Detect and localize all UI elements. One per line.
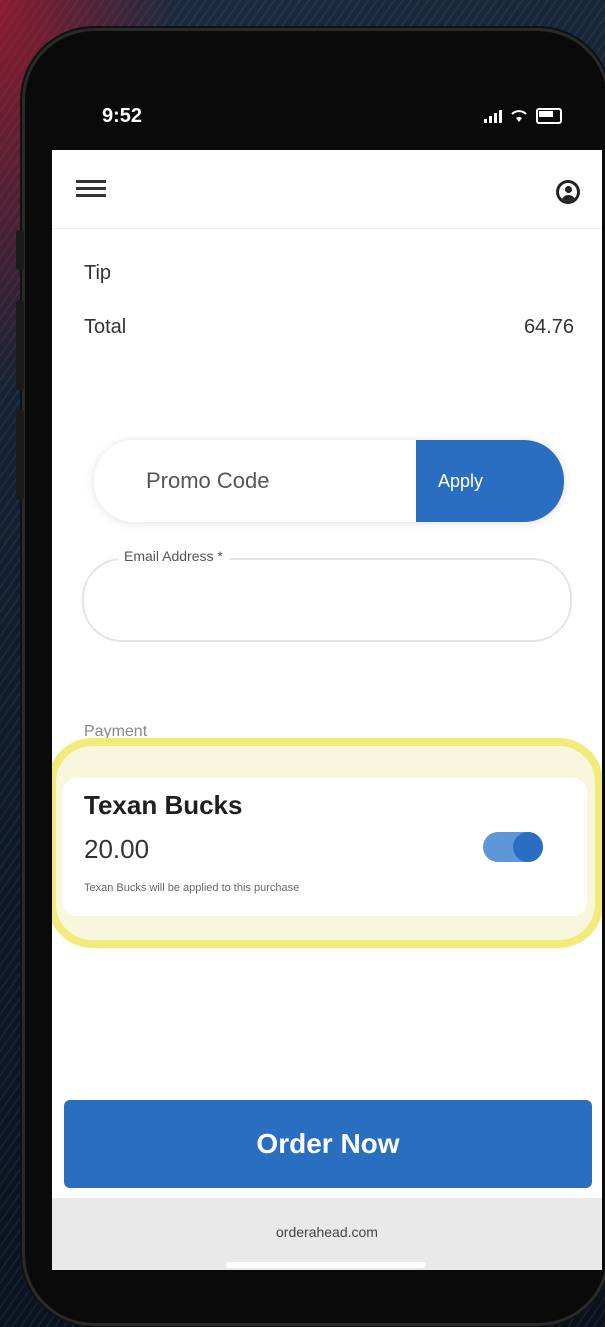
apply-button[interactable]: Apply [416,440,564,522]
hamburger-menu-icon[interactable] [76,180,106,201]
promo-code-input[interactable] [144,460,408,502]
wifi-icon [511,110,527,122]
email-label: Email Address * [118,548,229,564]
clock: 9:52 [102,105,143,127]
promo-code-form: Apply [94,440,564,522]
order-now-button[interactable]: Order Now [64,1100,592,1188]
browser-url-bar[interactable]: orderahead.com [52,1198,602,1270]
tip-label: Tip [84,262,112,284]
payment-amount: 20.00 [84,834,150,864]
app-screen: Tip Total 64.76 Apply Email Address * Pa… [52,150,602,1270]
tip-row: Tip [84,262,574,285]
payment-note: Texan Bucks will be applied to this purc… [84,882,300,894]
account-icon[interactable] [556,180,580,204]
payment-method-title: Texan Bucks [84,790,243,820]
email-field[interactable]: Email Address * [82,548,572,642]
battery-icon [536,108,562,124]
toggle-knob [513,832,543,862]
status-bar: 9:52 [52,100,602,140]
total-label: Total [84,316,127,338]
texan-bucks-card: Texan Bucks 20.00 Texan Bucks will be ap… [62,778,587,916]
volume-down-button [16,410,24,500]
total-row: Total 64.76 [84,316,574,339]
silent-switch [16,230,24,270]
volume-up-button [16,300,24,390]
signal-icon [484,109,502,123]
texan-bucks-toggle[interactable] [483,832,543,862]
status-icons [484,108,562,124]
total-value: 64.76 [523,316,574,338]
url-text: orderahead.com [276,1224,378,1240]
app-header [52,150,602,229]
home-indicator[interactable] [226,1262,426,1268]
